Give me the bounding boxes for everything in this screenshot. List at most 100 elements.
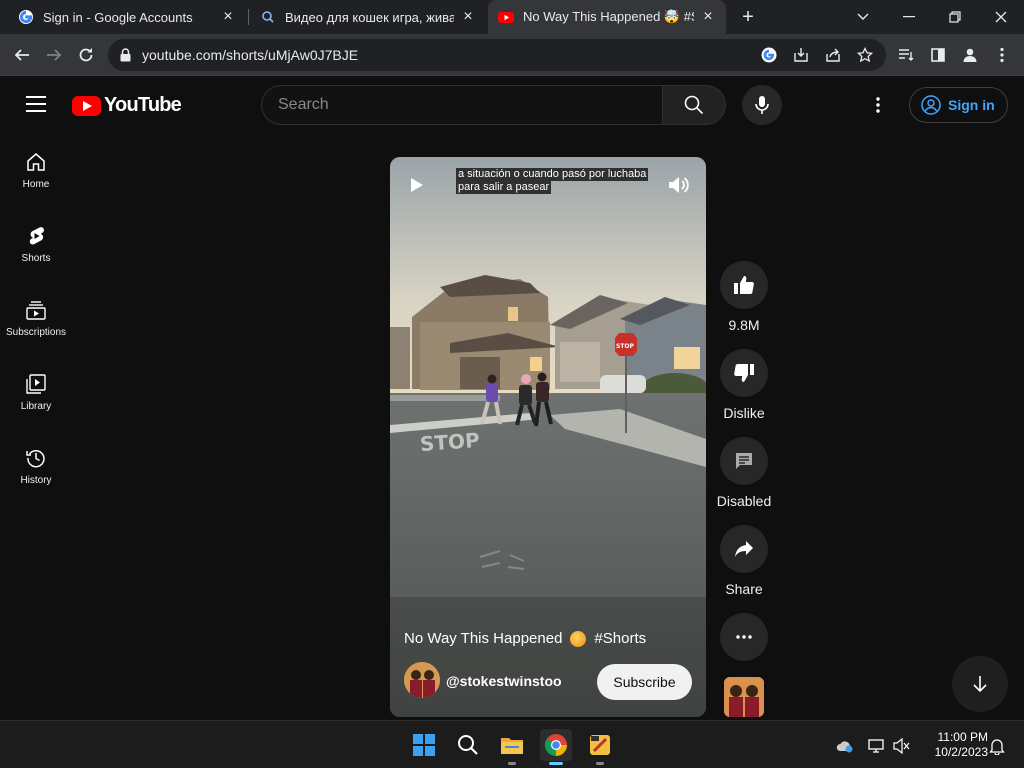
- browser-toolbar: youtube.com/shorts/uMjAw0J7BJE: [0, 34, 1024, 76]
- taskbar-clock[interactable]: 11:00 PM 10/2/2023: [918, 730, 988, 760]
- sidebar-item-shorts[interactable]: Shorts: [0, 207, 72, 281]
- running-indicator: [596, 762, 604, 765]
- start-button[interactable]: [408, 729, 440, 761]
- notifications-bell-icon[interactable]: [988, 737, 1006, 755]
- browser-tab-strip: Sign in - Google Accounts × Видео для ко…: [0, 0, 1024, 34]
- taskbar-chrome[interactable]: [540, 729, 572, 765]
- active-indicator: [549, 762, 563, 765]
- forward-button[interactable]: [41, 42, 67, 68]
- guide-menu-icon[interactable]: [26, 96, 46, 112]
- youtube-logo[interactable]: YouTube: [72, 94, 182, 117]
- google-lens-icon[interactable]: [760, 46, 778, 64]
- caption-line: a situación o cuando pasó por luchaba: [456, 168, 649, 181]
- sidebar-item-label: Shorts: [21, 253, 51, 264]
- video-title[interactable]: No Way This Happened #Shorts: [404, 630, 646, 647]
- running-indicator: [508, 762, 516, 765]
- comment-icon: [736, 453, 752, 469]
- dislike-button[interactable]: [720, 349, 768, 397]
- install-app-icon[interactable]: [792, 46, 810, 64]
- sidebar-item-label: Home: [22, 179, 50, 190]
- sign-in-label: Sign in: [948, 97, 995, 113]
- play-icon: [411, 178, 423, 192]
- dislike-label: Dislike: [723, 405, 765, 421]
- share-arrow-icon: [735, 541, 753, 557]
- search-icon: [684, 95, 704, 115]
- tab-google-accounts[interactable]: Sign in - Google Accounts ×: [8, 0, 246, 34]
- close-window-button[interactable]: [978, 0, 1024, 34]
- search-button[interactable]: [662, 85, 726, 125]
- back-button[interactable]: [9, 42, 35, 68]
- bookmark-star-icon[interactable]: [856, 46, 874, 64]
- like-count: 9.8M: [728, 317, 760, 333]
- sound-source-thumbnail[interactable]: [724, 677, 764, 717]
- taskbar-search-button[interactable]: [452, 729, 484, 761]
- minimize-button[interactable]: [886, 0, 932, 34]
- restore-button[interactable]: [932, 0, 978, 34]
- youtube-favicon-icon: [498, 12, 514, 23]
- search-placeholder: Search: [278, 96, 329, 113]
- share-page-icon[interactable]: [824, 46, 842, 64]
- sidebar-item-library[interactable]: Library: [0, 355, 72, 429]
- mind-blown-emoji-icon: [570, 630, 587, 647]
- chrome-menu-icon[interactable]: [989, 42, 1015, 68]
- sidebar-item-label: Subscriptions: [5, 327, 67, 338]
- channel-name[interactable]: @stokestwinstoo: [446, 673, 562, 689]
- search-favicon-icon: [262, 11, 274, 23]
- like-button[interactable]: [720, 261, 768, 309]
- video-title-text: No Way This Happened: [404, 630, 563, 647]
- reload-button[interactable]: [73, 42, 99, 68]
- more-options-button[interactable]: [720, 613, 768, 661]
- clock-date: 10/2/2023: [934, 745, 988, 759]
- next-video-button[interactable]: [952, 656, 1008, 712]
- voice-search-button[interactable]: [742, 85, 782, 125]
- subscribe-button[interactable]: Subscribe: [597, 664, 692, 700]
- windows-logo-icon: [413, 734, 435, 756]
- account-circle-icon: [921, 95, 941, 115]
- thumbs-up-icon: [734, 276, 754, 294]
- channel-avatar[interactable]: [404, 662, 440, 698]
- tab-search-chevron-icon[interactable]: [840, 0, 886, 34]
- taskbar-file-explorer[interactable]: [496, 729, 528, 765]
- onedrive-icon[interactable]: [836, 737, 854, 755]
- new-tab-button[interactable]: +: [736, 5, 760, 29]
- svg-text:STOP: STOP: [419, 428, 480, 456]
- subscriptions-icon: [26, 301, 46, 320]
- tab-youtube-short[interactable]: No Way This Happened 🤯 #Shorts ×: [488, 0, 726, 34]
- address-bar[interactable]: youtube.com/shorts/uMjAw0J7BJE: [108, 39, 886, 71]
- share-button[interactable]: [720, 525, 768, 573]
- play-button[interactable]: [410, 177, 424, 198]
- shorts-video-player[interactable]: STOP STOP a situación o cuando pasó por …: [390, 157, 706, 717]
- network-icon[interactable]: [868, 737, 886, 755]
- lock-icon[interactable]: [120, 48, 131, 62]
- logo-wordmark: YouTube: [104, 94, 182, 116]
- tab-cat-videos[interactable]: Видео для кошек игра, живая м ×: [250, 0, 486, 34]
- microphone-icon: [755, 96, 769, 114]
- volume-muted-icon[interactable]: [893, 737, 911, 755]
- google-favicon-icon: [19, 10, 33, 24]
- tab-close-icon[interactable]: ×: [460, 9, 476, 25]
- home-icon: [27, 153, 45, 171]
- settings-more-icon[interactable]: [866, 93, 890, 117]
- search-input[interactable]: Search: [261, 85, 663, 125]
- share-action: Share: [720, 525, 768, 597]
- folder-icon: [501, 738, 523, 754]
- profile-avatar-icon[interactable]: [957, 42, 983, 68]
- chrome-logo-icon: [544, 734, 567, 756]
- sidebar-item-label: History: [20, 475, 52, 486]
- tab-title: Sign in - Google Accounts: [43, 9, 193, 25]
- tab-close-icon[interactable]: ×: [700, 9, 716, 25]
- reading-list-icon[interactable]: [893, 42, 919, 68]
- volume-button[interactable]: [668, 175, 690, 200]
- side-panel-icon[interactable]: [925, 42, 951, 68]
- sign-in-button[interactable]: Sign in: [909, 87, 1008, 123]
- youtube-header: YouTube Search Sign in: [0, 77, 1024, 133]
- sidebar-item-history[interactable]: History: [0, 429, 72, 503]
- tab-close-icon[interactable]: ×: [220, 9, 236, 25]
- video-hashtag[interactable]: #Shorts: [594, 630, 646, 647]
- taskbar-app[interactable]: [584, 729, 616, 765]
- sidebar-item-home[interactable]: Home: [0, 133, 72, 207]
- comments-button[interactable]: [720, 437, 768, 485]
- url-text: youtube.com/shorts/uMjAw0J7BJE: [142, 47, 359, 63]
- paint-app-icon: [590, 735, 610, 755]
- sidebar-item-subscriptions[interactable]: Subscriptions: [0, 281, 72, 355]
